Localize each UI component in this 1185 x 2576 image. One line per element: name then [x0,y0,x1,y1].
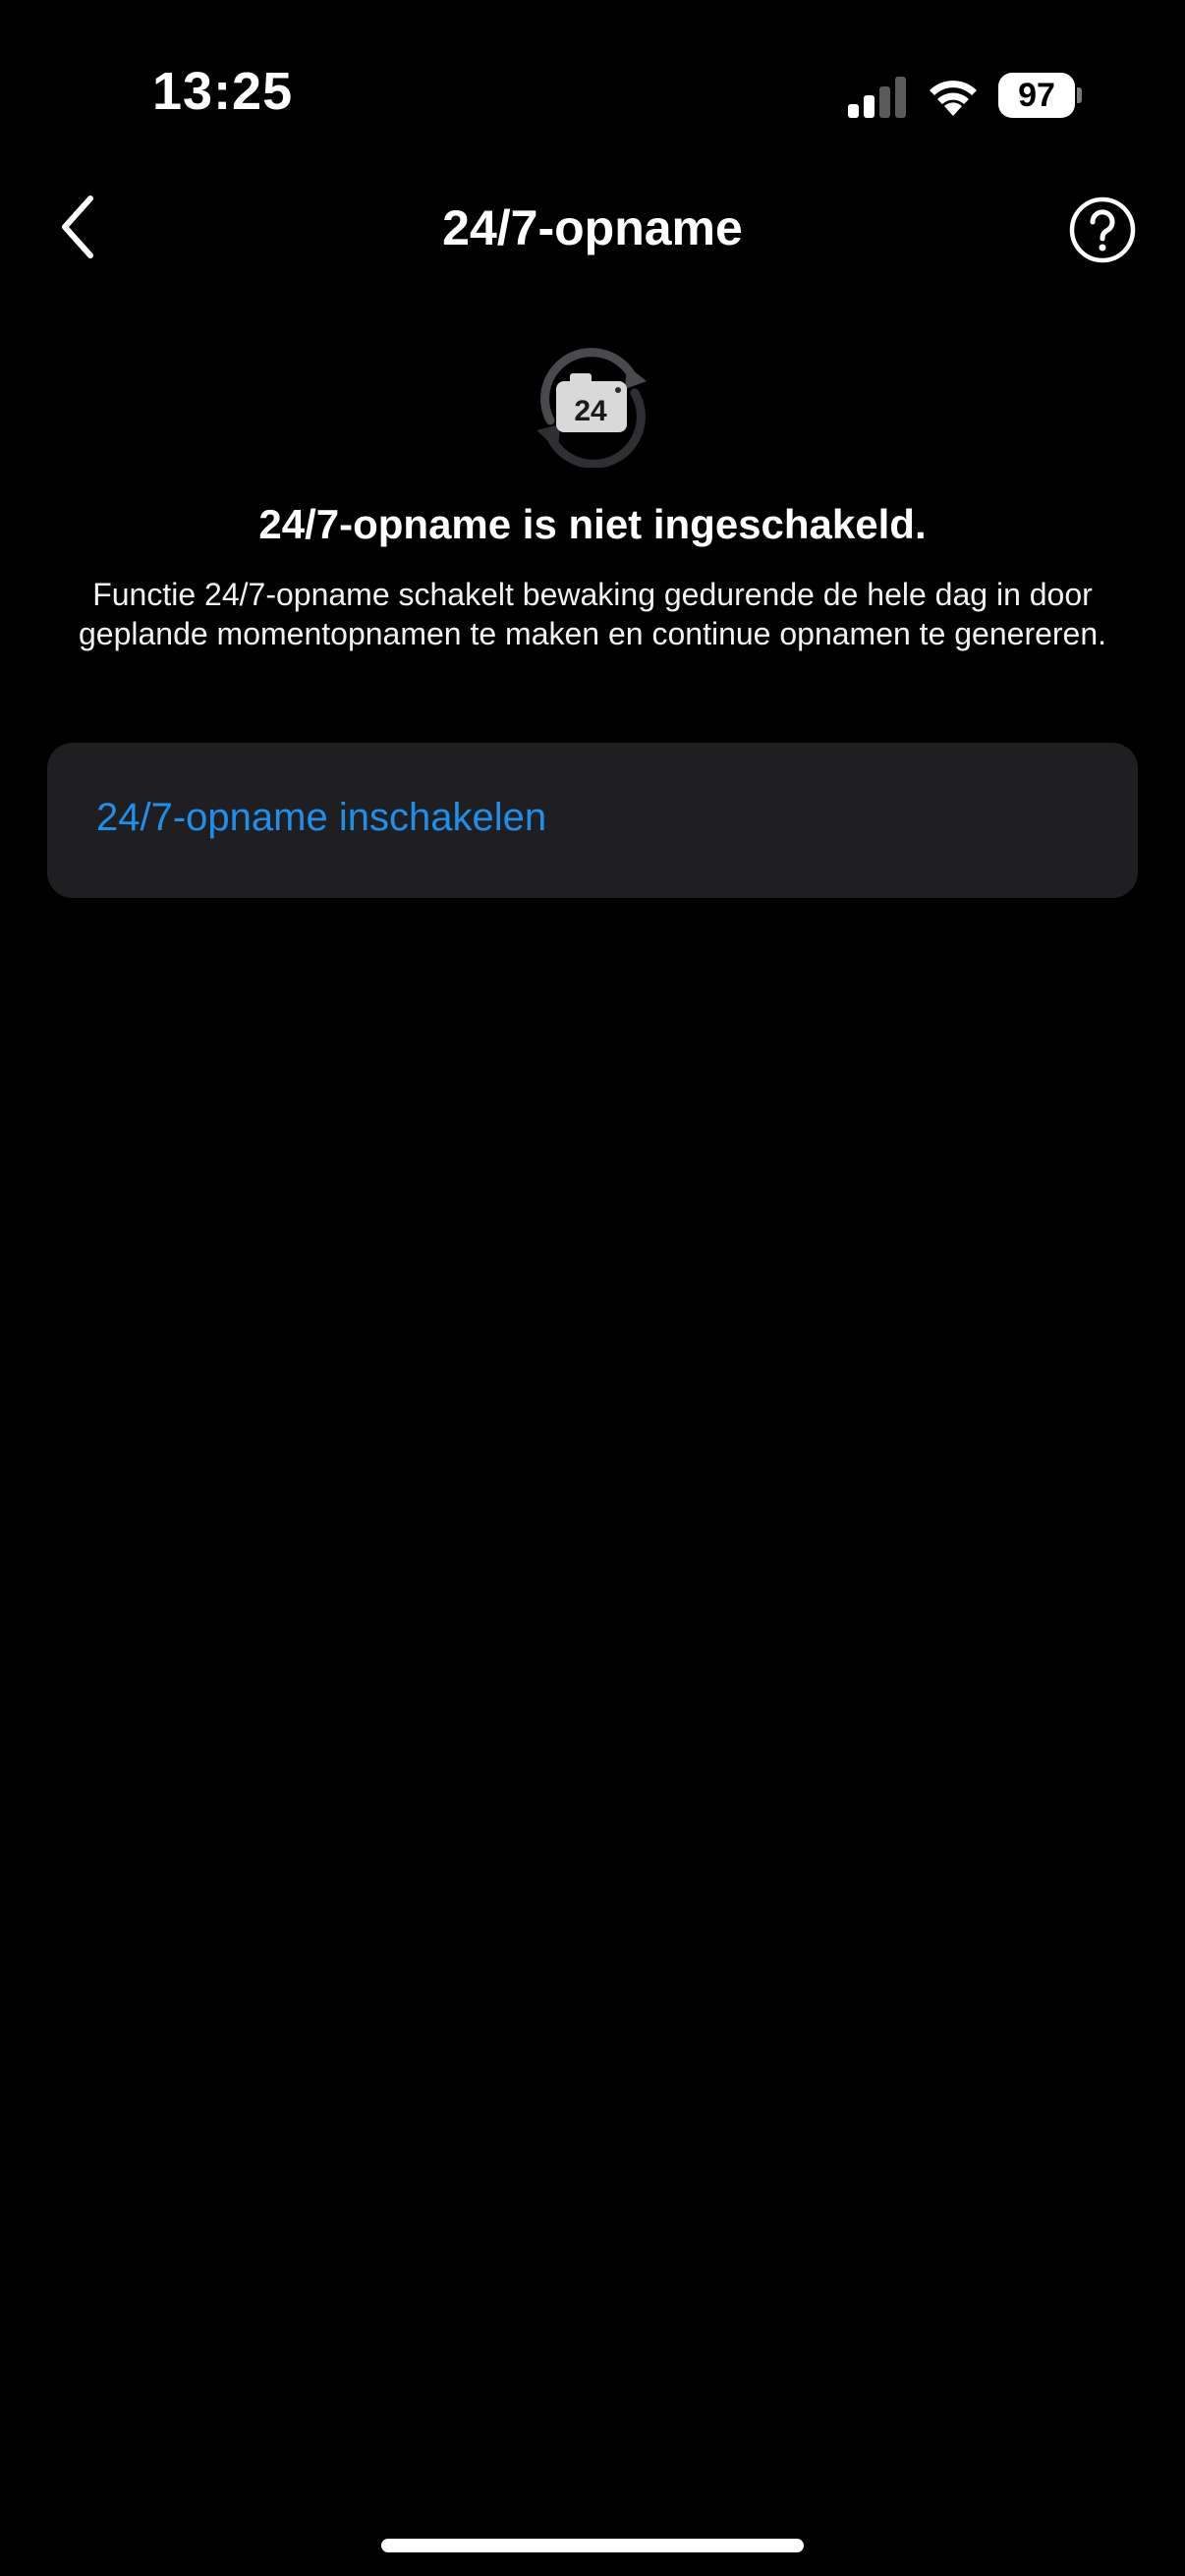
home-indicator[interactable] [381,2539,804,2552]
battery-indicator: 97 [998,73,1082,118]
page-title: 24/7-opname [442,200,743,255]
status-time: 13:25 [152,62,294,121]
continuous-recording-camera-icon: 24 [536,348,647,468]
status-heading: 24/7-opname is niet ingeschakeld. [258,501,927,547]
battery-level: 97 [998,73,1075,118]
cellular-signal-icon [848,77,906,118]
battery-cap [1077,87,1082,103]
status-bar: 13:25 97 [0,0,1185,187]
camera-icon-label: 24 [574,395,607,427]
enable-recording-label: 24/7-opname inschakelen [96,796,547,839]
feature-description: Functie 24/7-opname schakelt bewaking ge… [78,577,1107,651]
help-circle-icon[interactable] [1069,196,1136,263]
enable-recording-button[interactable]: 24/7-opname inschakelen [47,743,1138,898]
wifi-icon [930,81,977,116]
